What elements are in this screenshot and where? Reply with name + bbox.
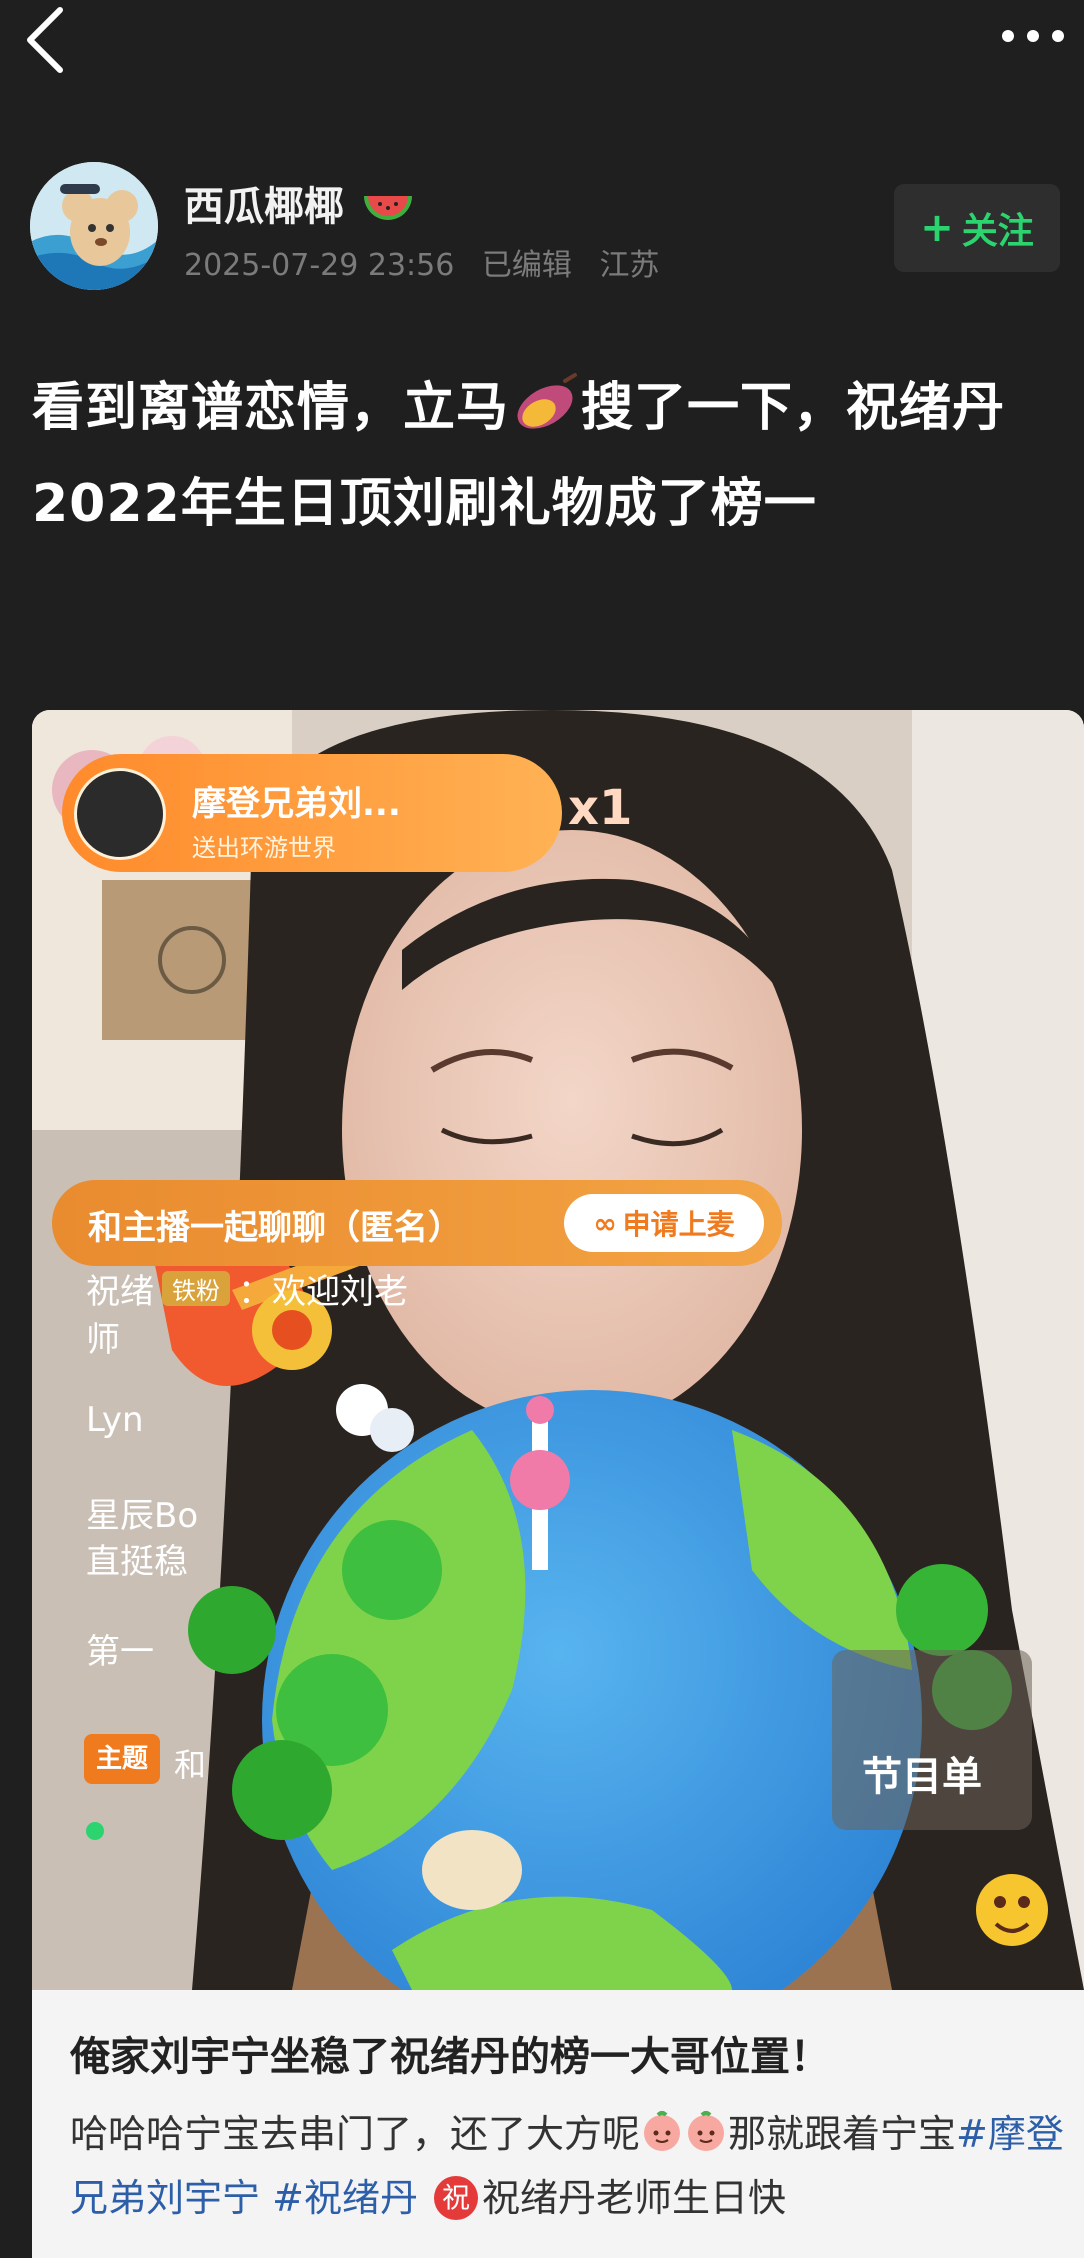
chat-banner: 和主播一起聊聊（匿名） ∞ 申请上麦 [52,1180,782,1266]
gift-sender-name: 摩登兄弟刘... [192,784,401,824]
post-image[interactable]: 摩登兄弟刘... 送出环游世界 x1 和主播一起聊聊（匿名） ∞ 申请上麦 祝绪… [32,710,1084,1990]
sweet-potato-icon [517,373,578,429]
card-caption: 俺家刘宇宁坐稳了祝绪丹的榜一大哥位置！ 哈哈哈宁宝去串门了，还了大方呢 那就跟着宁… [32,1990,1084,2258]
edited-label: 已编辑 [481,248,572,283]
author-name[interactable]: 西瓜椰椰 [184,174,414,232]
gift-description: 送出环游世界 [192,834,336,862]
post-location: 江苏 [599,248,660,283]
fan-badge: 铁粉 [162,1271,230,1306]
apply-mic-button: ∞ 申请上麦 [564,1194,764,1252]
topic-tag: 主题 [84,1734,161,1784]
chevron-left-icon [27,7,63,73]
chat-message: Lyn [86,1400,144,1440]
post-title: 看到离谱恋情，立马 搜了一下，祝绪丹2022年生日顶刘刷礼物成了榜一 [32,360,1062,552]
chat-banner-text: 和主播一起聊聊（匿名） [88,1208,462,1248]
link-icon: ∞ [593,1206,617,1240]
topic-text: 和 [174,1746,207,1784]
chat-message: 直挺稳 [86,1542,188,1582]
chat-message: 第一 [86,1632,154,1672]
more-dots-icon [1002,30,1064,42]
top-bar [0,0,1084,80]
gift-banner: 摩登兄弟刘... 送出环游世界 [62,754,562,872]
watermelon-icon [363,196,412,220]
gift-count: x1 [568,780,633,836]
chat-message: 星辰Bo [86,1496,199,1536]
live-dot [86,1822,104,1840]
card-description: 哈哈哈宁宝去串门了，还了大方呢 那就跟着宁宝#摩登兄弟刘宇宁 #祝绪丹 祝祝绪丹老… [70,2102,1070,2230]
gift-sender-avatar [74,768,166,860]
program-list-label: 节目单 [862,1754,982,1800]
hashtag-link[interactable]: #祝绪丹 [272,2176,418,2220]
peach-face-icon [688,2111,725,2151]
post-card[interactable]: 摩登兄弟刘... 送出环游世界 x1 和主播一起聊聊（匿名） ∞ 申请上麦 祝绪… [32,710,1084,2258]
card-title: 俺家刘宇宁坐稳了祝绪丹的榜一大哥位置！ [70,2034,830,2080]
more-button[interactable] [998,18,1068,54]
post-date: 2025-07-29 23:56 [184,248,455,283]
back-button[interactable] [22,4,70,74]
chat-message: 师 [86,1320,120,1360]
plus-icon: + [920,205,954,251]
zhu-badge-icon: 祝 [434,2176,479,2220]
follow-button[interactable]: + 关注 [894,184,1060,272]
author-meta: 2025-07-29 23:56 已编辑 江苏 [184,240,677,284]
author-row: 西瓜椰椰 2025-07-29 23:56 已编辑 江苏 + 关注 [30,160,1060,290]
avatar-image [30,162,158,290]
avatar[interactable] [30,162,158,290]
chat-message: 祝绪 铁粉 ：欢迎刘老 [86,1271,408,1312]
peach-face-icon [644,2111,681,2151]
